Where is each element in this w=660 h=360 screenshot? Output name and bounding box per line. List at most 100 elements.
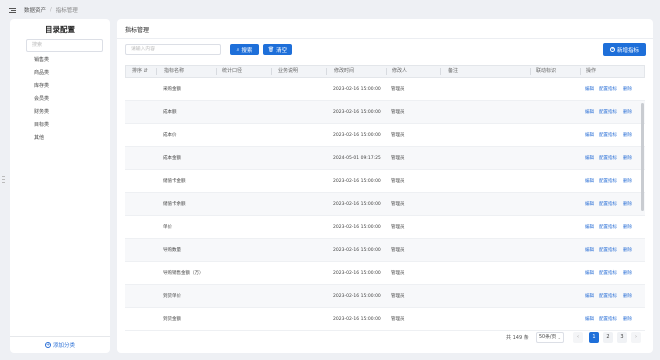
table-row: 储值卡金额 2023-02-16 15:00:00 管理员 编辑 配置指标 删除 (125, 170, 645, 193)
edit-link[interactable]: 编辑 (585, 78, 594, 101)
cell-metric-name: 到货单价 (163, 294, 181, 299)
cell-metric-name: 导购数量 (163, 248, 181, 253)
column-header-actions: 操作 (586, 68, 597, 74)
search-icon: ⌕ (236, 46, 240, 53)
column-divider (440, 68, 441, 75)
delete-link[interactable]: 删除 (623, 78, 632, 101)
edit-link[interactable]: 编辑 (585, 124, 594, 147)
column-header-sort[interactable]: 排序 ⇵ (132, 66, 148, 77)
config-metric-link[interactable]: 配置指标 (599, 262, 617, 285)
clear-button[interactable]: 🗑 清空 (263, 44, 292, 55)
cell-modified-time: 2023-02-16 15:00:00 (333, 133, 381, 138)
config-metric-link[interactable]: 配置指标 (599, 170, 617, 193)
category-item-finance[interactable]: 财务类 (10, 106, 110, 119)
config-metric-link[interactable]: 配置指标 (599, 193, 617, 216)
category-item-inventory[interactable]: 库存类 (10, 80, 110, 93)
cell-modified-by: 管理员 (391, 225, 405, 230)
cell-modified-time: 2023-02-16 15:00:00 (333, 225, 381, 230)
delete-link[interactable]: 删除 (623, 193, 632, 216)
cell-modified-by: 管理员 (391, 294, 405, 299)
column-header-remark: 备注 (448, 68, 459, 74)
config-metric-link[interactable]: 配置指标 (599, 216, 617, 239)
edit-link[interactable]: 编辑 (585, 216, 594, 239)
column-header-name: 指标名称 (164, 68, 185, 74)
search-button[interactable]: ⌕ 搜索 (230, 44, 259, 55)
cell-modified-time: 2023-02-16 15:00:00 (333, 294, 381, 299)
next-page-button[interactable]: › (631, 332, 641, 343)
cell-modified-by: 管理员 (391, 317, 405, 322)
column-divider (530, 68, 531, 75)
category-item-sales[interactable]: 销售类 (10, 54, 110, 67)
cell-metric-name: 成本额 (163, 110, 177, 115)
plus-circle-icon: + (609, 47, 615, 52)
category-search-input[interactable]: 搜索 (26, 39, 103, 52)
sidebar-title: 目录配置 (45, 25, 75, 34)
category-item-products[interactable]: 商品类 (10, 67, 110, 80)
cell-modified-time: 2023-02-16 15:00:00 (333, 317, 381, 322)
column-divider (156, 68, 157, 75)
edit-link[interactable]: 编辑 (585, 308, 594, 331)
config-metric-link[interactable]: 配置指标 (599, 147, 617, 170)
table-row: 导购数量 2023-02-16 15:00:00 管理员 编辑 配置指标 删除 (125, 239, 645, 262)
column-divider (580, 68, 581, 75)
delete-link[interactable]: 删除 (623, 170, 632, 193)
config-metric-link[interactable]: 配置指标 (599, 308, 617, 331)
config-metric-link[interactable]: 配置指标 (599, 78, 617, 101)
config-metric-link[interactable]: 配置指标 (599, 285, 617, 308)
add-metric-button[interactable]: + 新增指标 (603, 43, 646, 56)
cell-modified-time: 2023-02-16 15:00:00 (333, 202, 381, 207)
plus-circle-icon: + (44, 342, 51, 348)
cell-metric-name: 储值卡余额 (163, 202, 186, 207)
config-metric-link[interactable]: 配置指标 (599, 101, 617, 124)
prev-page-button[interactable]: ‹ (573, 332, 583, 343)
delete-link[interactable]: 删除 (623, 262, 632, 285)
menu-toggle-icon[interactable] (9, 7, 16, 14)
delete-link[interactable]: 删除 (623, 124, 632, 147)
category-item-other[interactable]: 其他 (10, 132, 110, 145)
config-metric-link[interactable]: 配置指标 (599, 239, 617, 262)
category-item-members[interactable]: 会员类 (10, 93, 110, 106)
delete-link[interactable]: 删除 (623, 147, 632, 170)
cell-modified-time: 2024-05-01 09:17:25 (333, 156, 381, 161)
table-row: 单价 2023-02-16 15:00:00 管理员 编辑 配置指标 删除 (125, 216, 645, 239)
edit-link[interactable]: 编辑 (585, 193, 594, 216)
metric-search-input[interactable]: 请输入内容 (125, 44, 221, 55)
column-divider (271, 68, 272, 75)
edit-link[interactable]: 编辑 (585, 101, 594, 124)
page-button-3[interactable]: 3 (617, 332, 627, 343)
delete-link[interactable]: 删除 (623, 308, 632, 331)
page-title: 指标管理 (125, 27, 150, 34)
edit-link[interactable]: 编辑 (585, 170, 594, 193)
edit-link[interactable]: 编辑 (585, 262, 594, 285)
column-header-scope: 统计口径 (222, 68, 243, 74)
page-button-2[interactable]: 2 (603, 332, 613, 343)
page-size-select[interactable]: 50条/页 ⌄ (536, 332, 564, 343)
edit-link[interactable]: 编辑 (585, 239, 594, 262)
cell-modified-by: 管理员 (391, 110, 405, 115)
collapse-handle-icon[interactable] (2, 176, 5, 186)
pagination-total: 共 149 条 (506, 335, 529, 341)
delete-link[interactable]: 删除 (623, 285, 632, 308)
category-list: 销售类 商品类 库存类 会员类 财务类 目标类 其他 (10, 54, 110, 145)
page-button-1[interactable]: 1 (589, 332, 599, 343)
delete-link[interactable]: 删除 (623, 101, 632, 124)
delete-link[interactable]: 删除 (623, 216, 632, 239)
config-metric-link[interactable]: 配置指标 (599, 124, 617, 147)
category-item-targets[interactable]: 目标类 (10, 119, 110, 132)
cell-modified-by: 管理员 (391, 248, 405, 253)
add-category-button[interactable]: + 添加分类 (10, 336, 110, 353)
cell-modified-by: 管理员 (391, 271, 405, 276)
top-bar: 数据资产 / 指标管理 (0, 0, 660, 20)
category-sidebar: 目录配置 搜索 销售类 商品类 库存类 会员类 财务类 目标类 其他 + 添加分… (10, 19, 110, 353)
page-size-value: 50条/页 (539, 335, 557, 340)
table-row: 到货金额 2023-02-16 15:00:00 管理员 编辑 配置指标 删除 (125, 308, 645, 331)
cell-modified-time: 2023-02-16 15:00:00 (333, 110, 381, 115)
delete-link[interactable]: 删除 (623, 239, 632, 262)
table-scrollbar[interactable] (641, 103, 644, 211)
column-divider (216, 68, 217, 75)
edit-link[interactable]: 编辑 (585, 147, 594, 170)
edit-link[interactable]: 编辑 (585, 285, 594, 308)
breadcrumb-item-assets[interactable]: 数据资产 (24, 6, 46, 14)
cell-modified-by: 管理员 (391, 202, 405, 207)
column-header-modified-by: 修改人 (392, 68, 408, 74)
